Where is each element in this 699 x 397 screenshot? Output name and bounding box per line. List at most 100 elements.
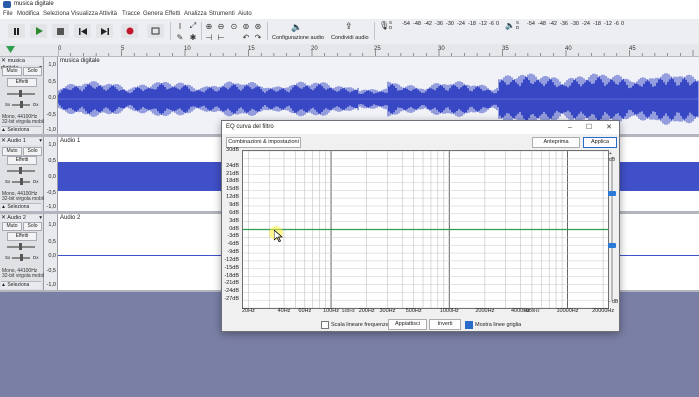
menu-attivita[interactable]: Attività — [99, 11, 117, 17]
menu-analizza[interactable]: Analizza — [184, 11, 207, 17]
menu-seleziona[interactable]: Seleziona — [43, 11, 69, 17]
close-icon[interactable]: ✕ — [604, 123, 614, 132]
db-max-thumb[interactable] — [608, 191, 616, 196]
trim-icon[interactable]: ⊣ — [204, 32, 214, 42]
flatten-button[interactable]: Appiattisci — [388, 319, 427, 330]
db-axis-label: -9dB — [227, 249, 239, 256]
scale-label: -1,0 — [46, 127, 56, 133]
zoom-in-icon[interactable]: ⊕ — [204, 21, 214, 31]
scale-label: 1,0 — [48, 142, 56, 148]
track-bitdepth-info: 32-bit virgola mobile — [2, 273, 47, 279]
select-button[interactable]: ▲ Seleziona — [1, 126, 41, 134]
mute-button[interactable]: Muto — [2, 147, 22, 156]
pause-icon — [14, 27, 19, 35]
vertical-scale[interactable]: 1,0 0,5 0,0 -0,5 -1,0 — [44, 57, 58, 134]
db-min-thumb[interactable] — [608, 243, 616, 248]
share-icon: ⇪ — [345, 21, 353, 31]
zoom-toggle-icon[interactable]: ⊛ — [253, 21, 263, 31]
menu-tracce[interactable]: Tracce — [122, 11, 140, 17]
loop-button[interactable] — [147, 24, 164, 38]
mute-button[interactable]: Muto — [2, 67, 22, 76]
pan-thumb[interactable] — [20, 101, 23, 108]
track-name-button[interactable]: ✕ Audio 2 ▾ — [1, 215, 42, 222]
gain-thumb[interactable] — [19, 90, 22, 97]
db-axis-label: -27dB — [224, 296, 239, 303]
skip-end-button[interactable] — [96, 24, 113, 38]
play-button[interactable] — [30, 24, 47, 38]
collapse-icon: ▲ — [1, 127, 6, 133]
zoom-out-icon[interactable]: ⊖ — [216, 21, 226, 31]
select-button[interactable]: ▲ Seleziona — [1, 203, 41, 211]
fit-project-icon[interactable]: ⊚ — [241, 21, 251, 31]
vertical-scale[interactable]: 1,0 0,5 0,0 -0,5 -1,0 — [44, 214, 58, 290]
speaker-icon: 🔈 — [291, 22, 303, 32]
record-meter[interactable]: -54 -48 -42 -36 -30 -24 -18 -12 -6 0 — [395, 21, 499, 29]
frequency-axis-label: 1000Hz — [439, 308, 459, 314]
apply-button[interactable]: Applica — [583, 137, 617, 148]
menu-strumenti[interactable]: Strumenti — [209, 11, 235, 17]
slider-min-label: - dB — [609, 299, 619, 305]
mute-button[interactable]: Muto — [2, 222, 22, 231]
show-grid-checkbox[interactable]: Mostra linee griglia — [465, 321, 521, 329]
select-button[interactable]: ▲ Seleziona — [1, 281, 41, 289]
meter-label: -30 — [571, 21, 579, 27]
redo-icon[interactable]: ↷ — [253, 32, 263, 42]
menu-file[interactable]: File — [3, 11, 13, 17]
linear-scale-box[interactable] — [321, 321, 329, 329]
audio-setup-button[interactable]: 🔈 Configurazione audio — [272, 21, 324, 43]
share-audio-button[interactable]: ⇪ Condividi audio — [331, 21, 371, 43]
silence-icon[interactable]: ⊢ — [216, 32, 226, 42]
gain-thumb[interactable] — [19, 167, 22, 174]
fit-selection-icon[interactable]: ⊙ — [229, 21, 239, 31]
selection-tool-icon[interactable]: I — [175, 21, 185, 31]
menu-genera[interactable]: Genera — [143, 11, 163, 17]
meter-label: -48 — [413, 21, 421, 27]
db-range-slider[interactable] — [611, 161, 613, 301]
ruler-ticks — [58, 50, 694, 56]
preview-button[interactable]: Anteprima — [532, 137, 580, 148]
mouse-pointer-icon — [274, 230, 283, 242]
record-icon — [126, 27, 133, 35]
invert-button[interactable]: Inverti — [429, 319, 461, 330]
meter-label: -30 — [446, 21, 454, 27]
track-name-button[interactable]: ✕ musica digitale ▾ — [1, 58, 42, 71]
pan-left-label: Sx — [5, 255, 11, 260]
draw-tool-icon[interactable]: ✎ — [175, 32, 185, 42]
collapse-icon: ▲ — [1, 282, 6, 288]
show-grid-box[interactable] — [465, 321, 473, 329]
linear-scale-checkbox[interactable]: Scala lineare frequenza — [321, 321, 389, 329]
timeline-ruler[interactable]: 0 5 10 15 20 25 30 35 40 45 — [0, 44, 699, 57]
maximize-icon[interactable]: ☐ — [584, 123, 594, 132]
minimize-icon[interactable]: – — [565, 123, 575, 132]
record-button[interactable] — [121, 24, 138, 38]
vertical-scale[interactable]: 1,0 0,5 0,0 -0,5 -1,0 — [44, 137, 58, 211]
solo-button[interactable]: Solo — [23, 222, 42, 231]
menu-aiuto[interactable]: Aiuto — [238, 11, 252, 17]
scale-label: 1,0 — [48, 222, 56, 228]
stop-button[interactable] — [52, 24, 69, 38]
frequency-axis-label: 2000Hz — [475, 308, 495, 314]
menu-effetti[interactable]: Effetti — [165, 11, 180, 17]
frequency-axis-label: 60Hz — [298, 308, 312, 314]
undo-icon[interactable]: ↶ — [241, 32, 251, 42]
pause-button[interactable] — [8, 24, 25, 38]
menu-visualizza[interactable]: Visualizza — [71, 11, 98, 17]
eq-curve-plot[interactable] — [242, 150, 609, 309]
db-axis-label: -15dB — [224, 264, 239, 271]
envelope-tool-icon[interactable]: ⤢ — [188, 21, 198, 31]
pan-thumb[interactable] — [20, 254, 23, 261]
effects-button[interactable]: Effetti — [7, 78, 37, 87]
effects-button[interactable]: Effetti — [7, 232, 37, 241]
menu-modifica[interactable]: Modifica — [17, 11, 39, 17]
multi-tool-icon[interactable]: ✱ — [188, 32, 198, 42]
solo-button[interactable]: Solo — [23, 147, 42, 156]
track-name-button[interactable]: ✕ Audio 1 ▾ — [1, 138, 42, 145]
playback-meter[interactable]: -54 -48 -42 -36 -30 -24 -18 -12 -6 0 — [522, 21, 626, 29]
pan-thumb[interactable] — [20, 178, 23, 185]
solo-button[interactable]: Solo — [23, 67, 42, 76]
skip-start-icon — [78, 27, 87, 35]
gain-thumb[interactable] — [19, 243, 22, 250]
effects-button[interactable]: Effetti — [7, 156, 37, 165]
skip-start-button[interactable] — [74, 24, 91, 38]
timeline-options-icon[interactable] — [6, 46, 15, 54]
